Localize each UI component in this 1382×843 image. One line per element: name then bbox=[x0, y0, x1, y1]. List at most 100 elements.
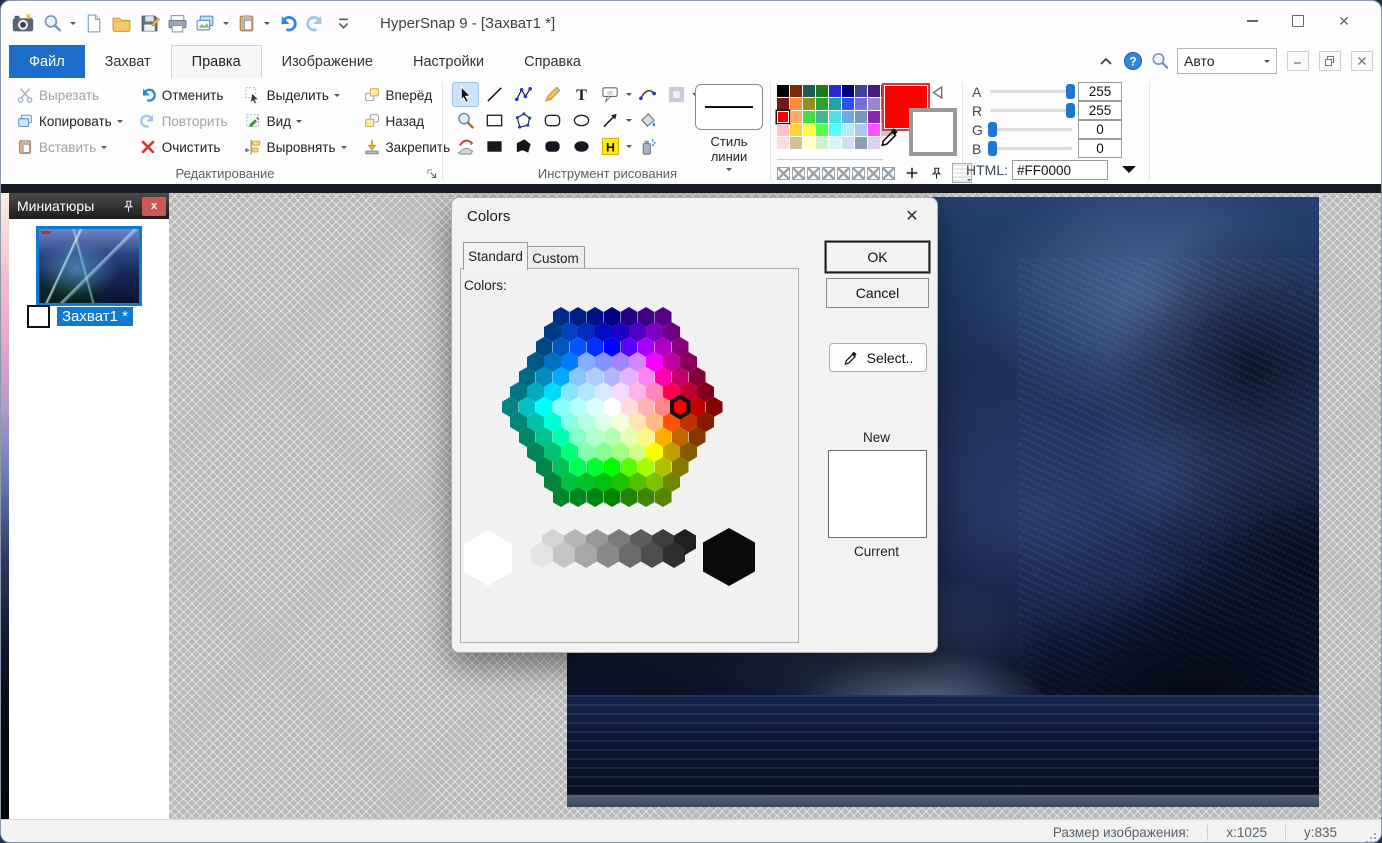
palette-swatch[interactable] bbox=[855, 111, 867, 123]
dialog-close-icon[interactable]: ✕ bbox=[895, 203, 929, 229]
dropdown-caret-icon[interactable] bbox=[264, 22, 270, 28]
ribbon-cut-button[interactable]: Вырезать bbox=[13, 83, 126, 107]
palette-swatch[interactable] bbox=[777, 124, 789, 136]
paste-icon[interactable] bbox=[236, 13, 257, 34]
customize-toolbar-icon[interactable] bbox=[333, 13, 354, 34]
panel-pin-icon[interactable] bbox=[121, 199, 136, 214]
palette-swatch[interactable] bbox=[842, 137, 854, 149]
slider-thumb-r[interactable] bbox=[1066, 103, 1075, 118]
undo-icon[interactable] bbox=[277, 13, 298, 34]
help-icon[interactable]: ? bbox=[1123, 51, 1143, 71]
pattern-slot[interactable] bbox=[837, 167, 850, 180]
close-button[interactable]: ✕ bbox=[1321, 5, 1367, 37]
pin-icon[interactable] bbox=[929, 166, 944, 181]
ribbon-align-button[interactable]: Выровнять bbox=[241, 135, 350, 159]
palette-swatch[interactable] bbox=[816, 124, 828, 136]
tool-text[interactable]: T bbox=[568, 82, 595, 107]
slider-thumb-b[interactable] bbox=[988, 141, 997, 156]
save-icon[interactable] bbox=[139, 13, 160, 34]
palette-swatch[interactable] bbox=[829, 137, 841, 149]
palette-swatch[interactable] bbox=[855, 124, 867, 136]
tab-image[interactable]: Изображение bbox=[262, 45, 393, 78]
ribbon-paste-button[interactable]: Вставить bbox=[13, 135, 126, 159]
document-close-button[interactable] bbox=[1351, 51, 1373, 71]
tool-stamp[interactable] bbox=[452, 134, 479, 159]
document-minimize-button[interactable] bbox=[1287, 51, 1309, 71]
html-color-input[interactable] bbox=[1012, 160, 1108, 180]
slider-track-a[interactable] bbox=[990, 90, 1072, 93]
slider-track-b[interactable] bbox=[990, 147, 1072, 150]
ribbon-undo-button[interactable]: Отменить bbox=[136, 83, 231, 107]
palette-swatch[interactable] bbox=[803, 85, 815, 97]
palette-swatch[interactable] bbox=[803, 111, 815, 123]
tab-capture[interactable]: Захват bbox=[85, 45, 171, 78]
slider-thumb-a[interactable] bbox=[1066, 84, 1075, 99]
background-color-swatch[interactable] bbox=[909, 108, 957, 156]
tool-filled-ellipse[interactable] bbox=[568, 134, 595, 159]
palette-swatch[interactable] bbox=[829, 124, 841, 136]
ribbon-copy-button[interactable]: Копировать bbox=[13, 109, 126, 133]
dropdown-caret-icon[interactable] bbox=[70, 22, 76, 28]
print-icon[interactable] bbox=[167, 13, 188, 34]
cancel-button[interactable]: Cancel bbox=[826, 278, 929, 308]
tool-rounded-rectangle[interactable] bbox=[539, 108, 566, 133]
pattern-slot[interactable] bbox=[777, 167, 790, 180]
line-style-preview[interactable] bbox=[695, 84, 763, 130]
copy-image-icon[interactable] bbox=[195, 13, 216, 34]
palette-swatch[interactable] bbox=[777, 137, 789, 149]
palette-swatch[interactable] bbox=[855, 137, 867, 149]
ribbon-bring-forward-button[interactable]: Вперёд bbox=[360, 83, 454, 107]
tool-polygon[interactable] bbox=[510, 108, 537, 133]
palette-swatch[interactable] bbox=[829, 85, 841, 97]
tool-highlight[interactable]: H bbox=[597, 134, 624, 159]
tool-spray[interactable] bbox=[634, 134, 661, 159]
tool-pencil[interactable] bbox=[539, 82, 566, 107]
panel-close-button[interactable]: x bbox=[142, 197, 166, 216]
palette-swatch[interactable] bbox=[868, 85, 880, 97]
slider-value-b[interactable]: 0 bbox=[1078, 139, 1122, 158]
tool-fill[interactable] bbox=[634, 108, 661, 133]
thumbnail-checkbox[interactable] bbox=[27, 305, 50, 328]
zoom-level-combobox[interactable]: Авто bbox=[1177, 48, 1277, 74]
palette-swatch[interactable] bbox=[816, 137, 828, 149]
ribbon-clear-button[interactable]: Очистить bbox=[136, 135, 231, 159]
slider-track-g[interactable] bbox=[990, 128, 1072, 131]
pattern-slot[interactable] bbox=[822, 167, 835, 180]
slider-value-g[interactable]: 0 bbox=[1078, 120, 1122, 139]
tab-standard[interactable]: Standard bbox=[463, 242, 528, 270]
palette-swatch[interactable] bbox=[790, 137, 802, 149]
palette-swatch[interactable] bbox=[855, 98, 867, 110]
collapse-ribbon-icon[interactable] bbox=[1096, 51, 1116, 71]
palette-swatch[interactable] bbox=[829, 111, 841, 123]
tool-shape-stamp[interactable] bbox=[663, 82, 690, 107]
zoom-icon[interactable] bbox=[1150, 51, 1170, 71]
slider-track-r[interactable] bbox=[990, 109, 1072, 112]
ribbon-send-back-button[interactable]: Назад bbox=[360, 109, 454, 133]
slider-value-r[interactable]: 255 bbox=[1078, 101, 1122, 120]
palette-swatch[interactable] bbox=[829, 98, 841, 110]
dialog-launcher-icon[interactable] bbox=[425, 167, 439, 181]
tool-filled-rounded-rectangle[interactable] bbox=[539, 134, 566, 159]
capture-thumbnail[interactable] bbox=[36, 226, 142, 306]
slider-thumb-g[interactable] bbox=[988, 122, 997, 137]
palette-swatch[interactable] bbox=[816, 85, 828, 97]
add-color-icon[interactable] bbox=[904, 165, 920, 181]
palette-swatch[interactable] bbox=[816, 111, 828, 123]
tool-arrow[interactable] bbox=[597, 108, 624, 133]
tab-edit[interactable]: Правка bbox=[171, 45, 262, 78]
palette-swatch[interactable] bbox=[842, 85, 854, 97]
ribbon-redo-button[interactable]: Повторить bbox=[136, 109, 231, 133]
palette-swatch[interactable] bbox=[790, 111, 802, 123]
tool-zoom[interactable] bbox=[452, 108, 479, 133]
palette-swatch[interactable] bbox=[842, 124, 854, 136]
pattern-slot[interactable] bbox=[867, 167, 880, 180]
document-restore-button[interactable] bbox=[1319, 51, 1341, 71]
ribbon-anchor-button[interactable]: Закрепить bbox=[360, 135, 454, 159]
dropdown-caret-icon[interactable] bbox=[626, 145, 632, 151]
palette-swatch[interactable] bbox=[803, 137, 815, 149]
tab-help[interactable]: Справка bbox=[504, 45, 601, 78]
tool-line[interactable] bbox=[481, 82, 508, 107]
palette-swatch[interactable] bbox=[855, 85, 867, 97]
tool-filled-polygon[interactable] bbox=[510, 134, 537, 159]
palette-swatch[interactable] bbox=[777, 111, 789, 123]
